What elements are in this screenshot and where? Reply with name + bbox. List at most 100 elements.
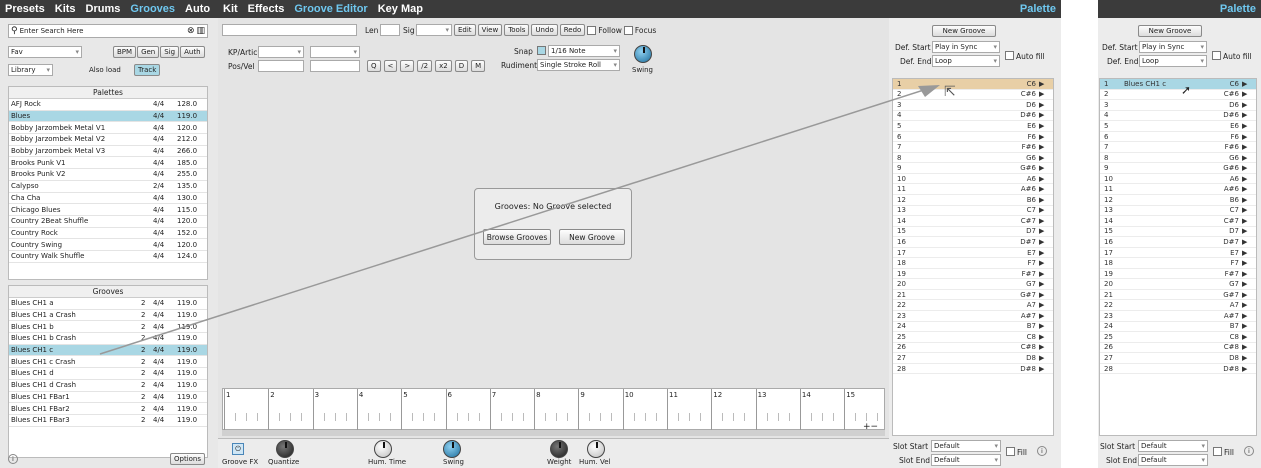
- slot-row[interactable]: 26 C#8 ▶: [893, 343, 1053, 354]
- info-icon[interactable]: i: [1037, 446, 1047, 456]
- tab-drums[interactable]: Drums: [86, 3, 121, 15]
- slot-row[interactable]: 12 B6 ▶: [1100, 195, 1256, 206]
- snap-select[interactable]: 1/16 Note: [548, 45, 620, 57]
- slot-row[interactable]: 2 C#6 ▶: [893, 90, 1053, 101]
- play-icon[interactable]: ▶: [1039, 80, 1053, 88]
- play-icon[interactable]: ▶: [1242, 354, 1256, 362]
- play-icon[interactable]: ▶: [1039, 175, 1053, 183]
- slot-row[interactable]: 28 D#8 ▶: [1100, 364, 1256, 375]
- play-icon[interactable]: ▶: [1039, 280, 1053, 288]
- table-row[interactable]: Cha Cha 4/4 130.0: [9, 193, 207, 205]
- slot-row[interactable]: 27 D8 ▶: [893, 353, 1053, 364]
- play-icon[interactable]: ▶: [1242, 111, 1256, 119]
- slot-row[interactable]: 2 C#6 ▶: [1100, 90, 1256, 101]
- slot-row[interactable]: 11 A#6 ▶: [1100, 184, 1256, 196]
- table-row[interactable]: Blues CH1 b 2 4/4 119.0: [9, 321, 207, 334]
- play-icon[interactable]: ▶: [1039, 322, 1053, 330]
- search-box[interactable]: ⚲ Enter Search Here ⊗ ▥: [8, 24, 208, 38]
- slot-row[interactable]: 18 F7 ▶: [1100, 258, 1256, 269]
- clear-icon[interactable]: ⊗: [187, 26, 195, 36]
- weight-knob[interactable]: [550, 440, 568, 458]
- options-button[interactable]: Options: [170, 453, 206, 465]
- hum-vel-knob[interactable]: [587, 440, 605, 458]
- slot-row[interactable]: 10 A6 ▶: [893, 174, 1053, 185]
- play-icon[interactable]: ▶: [1242, 217, 1256, 225]
- artic-select[interactable]: [310, 46, 360, 58]
- play-icon[interactable]: ▶: [1242, 259, 1256, 267]
- slot-start-select[interactable]: Default: [931, 440, 1001, 452]
- follow-checkbox[interactable]: [587, 25, 597, 35]
- play-icon[interactable]: ▶: [1242, 206, 1256, 214]
- slot-row[interactable]: 16 D#7 ▶: [893, 237, 1053, 248]
- play-icon[interactable]: ▶: [1242, 175, 1256, 183]
- quantize-knob[interactable]: [276, 440, 294, 458]
- search-input[interactable]: Enter Search Here: [20, 27, 187, 35]
- table-row[interactable]: Calypso 2/4 135.0: [9, 181, 207, 193]
- slot-list[interactable]: 1 C6 ▶ 2 C#6 ▶ 3 D6 ▶ 4 D#6 ▶ 5 E6 ▶ 6 F6 ▶ 7 F#6 ▶ 8 G6 ▶ 9 G#6 ▶…: [892, 78, 1054, 436]
- play-icon[interactable]: ▶: [1242, 164, 1256, 172]
- info-icon[interactable]: i: [8, 454, 18, 464]
- slot-row[interactable]: 23 A#7 ▶: [1100, 311, 1256, 322]
- view-menu[interactable]: View: [477, 24, 503, 36]
- pos-field[interactable]: [258, 60, 304, 72]
- tab-key-map[interactable]: Key Map: [378, 3, 423, 15]
- kp-select[interactable]: [258, 46, 304, 58]
- slot-row[interactable]: 5 E6 ▶: [1100, 121, 1256, 132]
- slot-row[interactable]: 27 D8 ▶: [1100, 353, 1256, 364]
- play-icon[interactable]: ▶: [1242, 365, 1256, 373]
- rudiment-select[interactable]: Single Stroke Roll: [537, 59, 620, 71]
- slot-row[interactable]: 14 C#7 ▶: [893, 216, 1053, 227]
- play-icon[interactable]: ▶: [1039, 365, 1053, 373]
- half-button[interactable]: /2: [417, 60, 433, 72]
- play-icon[interactable]: ▶: [1039, 143, 1053, 151]
- tab-grooves[interactable]: Grooves: [130, 3, 175, 15]
- groove-fx-icon[interactable]: ⏻: [232, 443, 244, 455]
- play-icon[interactable]: ▶: [1039, 133, 1053, 141]
- play-icon[interactable]: ▶: [1039, 111, 1053, 119]
- play-icon[interactable]: ▶: [1242, 196, 1256, 204]
- slot-row[interactable]: 16 D#7 ▶: [1100, 237, 1256, 248]
- play-icon[interactable]: ▶: [1039, 196, 1053, 204]
- slot-row[interactable]: 20 G7 ▶: [1100, 279, 1256, 290]
- play-icon[interactable]: ▶: [1039, 217, 1053, 225]
- table-row[interactable]: Blues CH1 FBar2 2 4/4 119.0: [9, 403, 207, 415]
- slot-row[interactable]: 21 G#7 ▶: [893, 290, 1053, 301]
- slot-end-select[interactable]: Default: [1138, 454, 1208, 466]
- slot-row[interactable]: 1 C6 ▶: [893, 79, 1053, 90]
- slot-row[interactable]: 7 F#6 ▶: [1100, 142, 1256, 153]
- slot-start-select[interactable]: Default: [1138, 440, 1208, 452]
- slot-row[interactable]: 24 B7 ▶: [893, 322, 1053, 333]
- slot-row[interactable]: 12 B6 ▶: [893, 195, 1053, 206]
- play-icon[interactable]: ▶: [1039, 122, 1053, 130]
- track-toggle[interactable]: Track: [134, 64, 161, 76]
- table-row[interactable]: Blues CH1 b Crash 2 4/4 119.0: [9, 333, 207, 345]
- slot-row[interactable]: 26 C#8 ▶: [1100, 343, 1256, 354]
- play-icon[interactable]: ▶: [1242, 227, 1256, 235]
- tab-kit[interactable]: Kit: [223, 3, 238, 15]
- table-row[interactable]: Brooks Punk V2 4/4 255.0: [9, 169, 207, 181]
- play-icon[interactable]: ▶: [1242, 291, 1256, 299]
- table-row[interactable]: Blues CH1 FBar3 2 4/4 119.0: [9, 415, 207, 427]
- slot-row[interactable]: 28 D#8 ▶: [893, 364, 1053, 375]
- redo-button[interactable]: Redo: [559, 24, 586, 36]
- browse-grooves-button[interactable]: Browse Grooves: [483, 229, 551, 245]
- groove-name-field[interactable]: [222, 24, 357, 36]
- slot-row[interactable]: 13 C7 ▶: [893, 206, 1053, 217]
- play-icon[interactable]: ▶: [1039, 301, 1053, 309]
- table-row[interactable]: Blues CH1 d 2 4/4 119.0: [9, 368, 207, 380]
- new-groove-button[interactable]: New Groove: [1138, 25, 1202, 37]
- play-icon[interactable]: ▶: [1039, 227, 1053, 235]
- slot-row[interactable]: 17 E7 ▶: [1100, 248, 1256, 259]
- slot-row[interactable]: 17 E7 ▶: [893, 248, 1053, 259]
- sig-button[interactable]: Sig: [160, 46, 180, 58]
- table-row[interactable]: Bobby Jarzombek Metal V1 4/4 120.0: [9, 122, 207, 135]
- tab-groove-editor[interactable]: Groove Editor: [294, 3, 367, 15]
- slot-row[interactable]: 24 B7 ▶: [1100, 322, 1256, 333]
- slot-row[interactable]: 10 A6 ▶: [1100, 174, 1256, 185]
- slot-row[interactable]: 25 C8 ▶: [893, 332, 1053, 343]
- bpm-button[interactable]: BPM: [113, 46, 137, 58]
- tools-menu[interactable]: Tools: [504, 24, 530, 36]
- play-icon[interactable]: ▶: [1039, 249, 1053, 257]
- slot-row[interactable]: 7 F#6 ▶: [893, 142, 1053, 153]
- play-icon[interactable]: ▶: [1242, 343, 1256, 351]
